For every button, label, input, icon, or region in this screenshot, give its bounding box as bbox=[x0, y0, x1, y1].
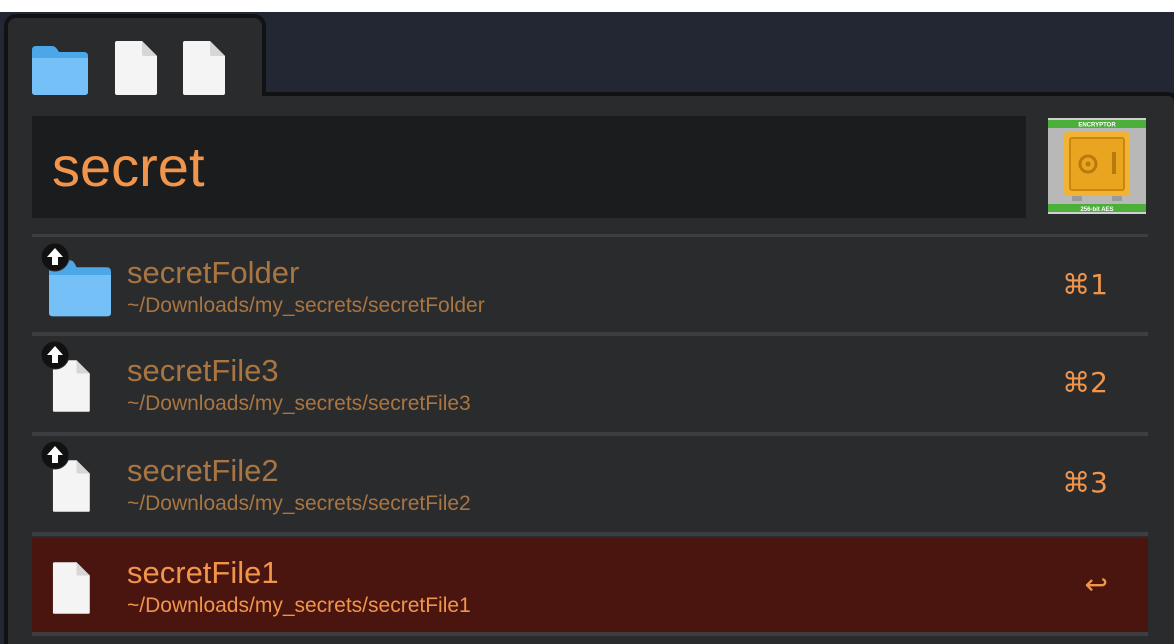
document-icon[interactable] bbox=[180, 40, 226, 96]
result-shortcut: ⌘2 bbox=[1062, 366, 1108, 399]
result-path: ~/Downloads/my_secrets/secretFolder bbox=[127, 294, 485, 317]
result-shortcut: ⌘1 bbox=[1062, 268, 1108, 301]
upload-arrow-badge-icon bbox=[40, 440, 70, 470]
upload-arrow-badge-icon bbox=[40, 242, 70, 272]
result-row[interactable]: secretFile3 ~/Downloads/my_secrets/secre… bbox=[32, 336, 1148, 430]
folder-icon[interactable] bbox=[30, 42, 90, 96]
launcher-window: ENCRYPTOR 256-bit AES secretFolder ~/Dow… bbox=[0, 0, 1174, 644]
encryptor-icon-label: ENCRYPTOR bbox=[1078, 123, 1116, 129]
encryptor-icon-sublabel: 256-bit AES bbox=[1080, 207, 1113, 213]
result-path: ~/Downloads/my_secrets/secretFile2 bbox=[127, 492, 471, 515]
result-name: secretFolder bbox=[127, 255, 300, 290]
result-path: ~/Downloads/my_secrets/secretFile1 bbox=[127, 594, 471, 617]
result-row[interactable]: secretFolder ~/Downloads/my_secrets/secr… bbox=[32, 238, 1148, 332]
upload-arrow-badge-icon bbox=[40, 340, 70, 370]
document-icon bbox=[52, 562, 90, 614]
search-input[interactable] bbox=[32, 116, 1026, 218]
result-name: secretFile1 bbox=[127, 555, 279, 590]
result-row-selected[interactable]: secretFile1 ~/Downloads/my_secrets/secre… bbox=[32, 538, 1148, 632]
return-key-icon: ↩ bbox=[1084, 568, 1108, 601]
document-icon[interactable] bbox=[112, 40, 158, 96]
result-shortcut: ⌘3 bbox=[1062, 466, 1108, 499]
result-name: secretFile2 bbox=[127, 453, 279, 488]
result-path: ~/Downloads/my_secrets/secretFile3 bbox=[127, 392, 471, 415]
result-name: secretFile3 bbox=[127, 353, 279, 388]
result-row[interactable]: secretFile2 ~/Downloads/my_secrets/secre… bbox=[32, 436, 1148, 530]
file-buffer bbox=[30, 40, 226, 96]
safe-icon[interactable]: ENCRYPTOR 256-bit AES bbox=[1048, 118, 1146, 214]
